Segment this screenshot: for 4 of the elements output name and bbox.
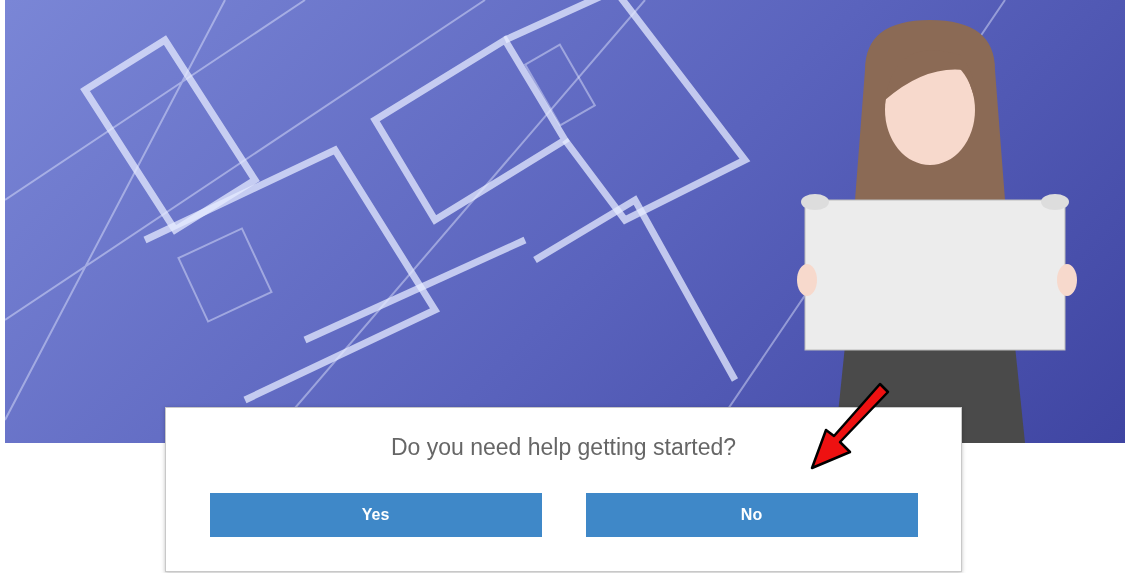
pointer-arrow-icon [808,380,892,472]
answer-button[interactable]: No [585,493,918,537]
answer-button[interactable]: Yes [209,493,542,537]
dialog-question: Do you need help getting started? [390,434,737,461]
